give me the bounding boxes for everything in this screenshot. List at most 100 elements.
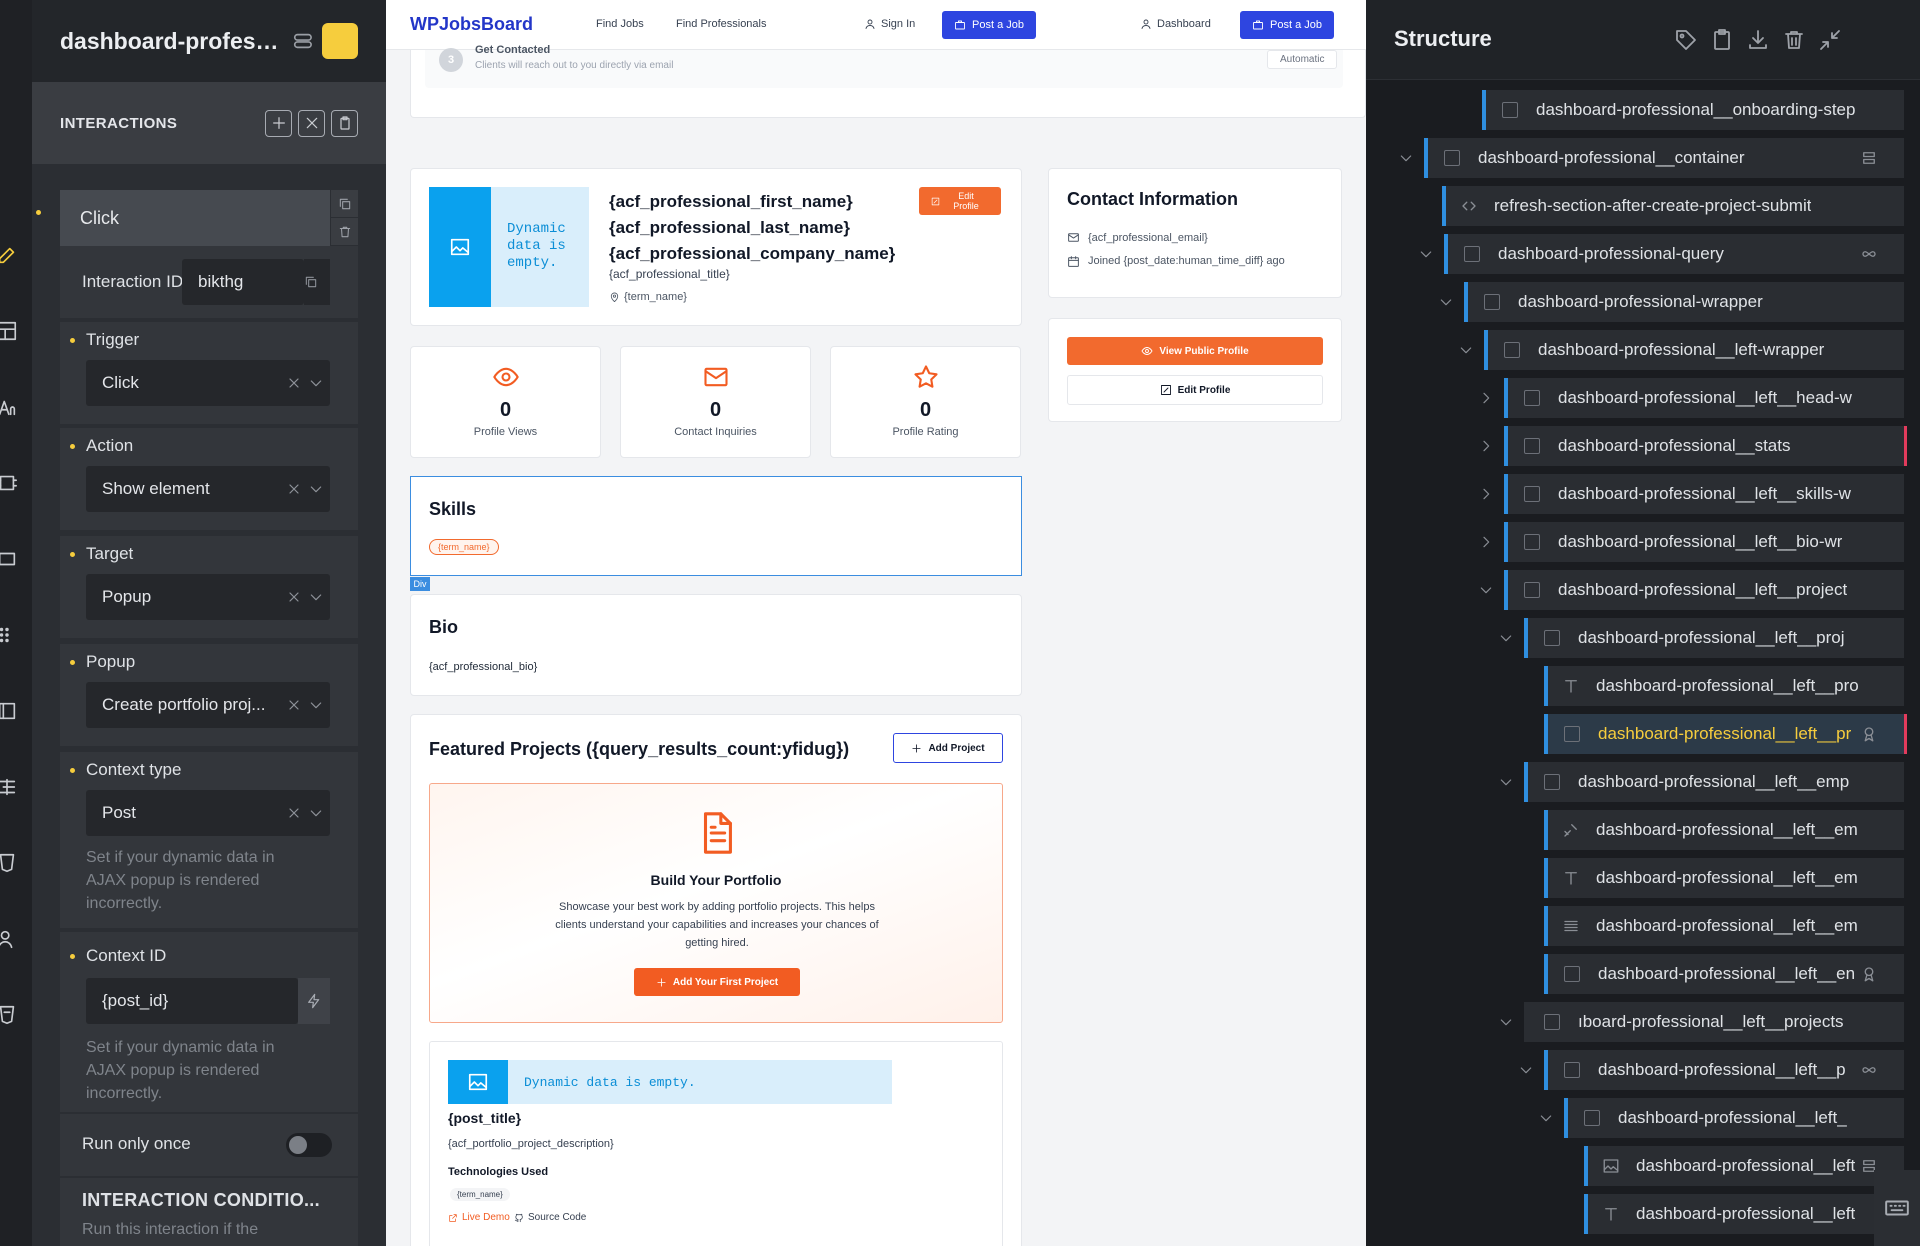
context-id-input[interactable]: {post_id}	[86, 978, 298, 1024]
interaction-icon[interactable]	[1860, 965, 1878, 983]
dots-grid-icon[interactable]	[0, 624, 18, 646]
border-icon[interactable]	[0, 548, 18, 570]
add-first-project-button[interactable]: Add Your First Project	[634, 968, 800, 996]
structure-row[interactable]: dashboard-professional__left__em	[1544, 906, 1904, 946]
stat-label: Profile Rating	[892, 426, 959, 438]
structure-row[interactable]: dashboard-professional__left__bio-wr	[1504, 522, 1904, 562]
shield-icon[interactable]	[0, 1004, 18, 1026]
clear-icon[interactable]	[286, 805, 302, 821]
nav-sign-in[interactable]: Sign In	[864, 18, 915, 30]
dynamic-data-button[interactable]	[298, 978, 330, 1024]
structure-row[interactable]: refresh-section-after-create-project-sub…	[1442, 186, 1904, 226]
duplicate-interaction-button[interactable]	[331, 190, 358, 217]
structure-row[interactable]: dashboard-professional__left	[1584, 1194, 1904, 1234]
view-public-profile-button[interactable]: View Public Profile	[1067, 337, 1323, 365]
source-code-link[interactable]: Source Code	[514, 1212, 586, 1223]
structure-row[interactable]: dashboard-professional__left__project	[1504, 570, 1904, 610]
chevron-right-icon[interactable]	[1478, 438, 1494, 454]
chevron-down-icon[interactable]	[1498, 630, 1514, 646]
structure-row[interactable]: dashboard-professional-wrapper	[1464, 282, 1904, 322]
chevron-down-icon[interactable]	[1418, 246, 1434, 262]
contact-title: Contact Information	[1067, 189, 1238, 209]
download-icon[interactable]	[1746, 28, 1770, 52]
css-icon[interactable]	[0, 852, 18, 874]
run-once-toggle[interactable]	[286, 1133, 332, 1157]
structure-row[interactable]: dashboard-professional__left__head-w	[1504, 378, 1904, 418]
clear-icon[interactable]	[286, 589, 302, 605]
structure-row[interactable]: dashboard-professional__stats	[1504, 426, 1904, 466]
structure-row[interactable]: dashboard-professional__left__pr	[1544, 714, 1904, 754]
tag-icon[interactable]	[1674, 28, 1698, 52]
interaction-item[interactable]: Click	[60, 190, 330, 246]
delete-interaction-button[interactable]	[331, 218, 358, 245]
structure-row[interactable]: dashboard-professional__left__p	[1544, 1050, 1904, 1090]
interaction-id-field[interactable]: bikthg	[182, 259, 304, 305]
popup-select[interactable]: Create portfolio proj...	[86, 682, 330, 728]
site-logo[interactable]: WPJobsBoard	[410, 14, 533, 35]
add-project-button[interactable]: Add Project	[893, 733, 1003, 763]
structure-row[interactable]: dashboard-professional__left__en	[1544, 954, 1904, 994]
post-job-button-2[interactable]: Post a Job	[1240, 11, 1334, 39]
spacing-icon[interactable]	[0, 472, 18, 494]
structure-row[interactable]: dashboard-professional__onboarding-step	[1482, 90, 1904, 130]
chevron-down-icon[interactable]	[1538, 1110, 1554, 1126]
align-icon[interactable]	[0, 776, 18, 798]
layout-icon[interactable]	[0, 320, 18, 342]
edit-profile-badge[interactable]: Edit Profile	[919, 187, 1001, 215]
context-type-select[interactable]: Post	[86, 790, 330, 836]
structure-row[interactable]: dashboard-professional__left_	[1564, 1098, 1904, 1138]
add-interaction-button[interactable]	[265, 109, 292, 137]
stack-icon[interactable]	[1860, 149, 1878, 167]
chevron-down-icon[interactable]	[1398, 150, 1414, 166]
chevron-right-icon[interactable]	[1478, 486, 1494, 502]
chevron-down-icon[interactable]	[1498, 1014, 1514, 1030]
collapse-icon[interactable]	[1818, 28, 1842, 52]
structure-row[interactable]: dashboard-professional__left__skills-w	[1504, 474, 1904, 514]
chevron-down-icon[interactable]	[1458, 342, 1474, 358]
loop-icon[interactable]	[1860, 245, 1878, 263]
clear-icon[interactable]	[286, 375, 302, 391]
keyboard-button[interactable]	[1874, 1170, 1920, 1246]
target-select[interactable]: Popup	[86, 574, 330, 620]
color-swatch[interactable]	[322, 23, 358, 59]
skills-card[interactable]: Skills {term_name}	[410, 476, 1022, 576]
user-icon[interactable]	[0, 928, 18, 950]
structure-row[interactable]: dashboard-professional__left__emp	[1524, 762, 1904, 802]
chevron-right-icon[interactable]	[1478, 534, 1494, 550]
chevron-right-icon[interactable]	[1478, 390, 1494, 406]
chevron-down-icon[interactable]	[1478, 582, 1494, 598]
chevron-down-icon[interactable]	[1438, 294, 1454, 310]
nav-find-jobs[interactable]: Find Jobs	[596, 18, 644, 30]
live-demo-link[interactable]: Live Demo	[448, 1212, 510, 1223]
structure-row[interactable]: dashboard-professional__left	[1584, 1146, 1904, 1186]
structure-row[interactable]: dashboard-professional-query	[1444, 234, 1904, 274]
typography-icon[interactable]	[0, 396, 18, 418]
chevron-down-icon[interactable]	[1518, 1062, 1534, 1078]
edit-profile-button[interactable]: Edit Profile	[1067, 375, 1323, 405]
structure-row[interactable]: dashboard-professional__left__proj	[1524, 618, 1904, 658]
chevron-down-icon[interactable]	[1498, 774, 1514, 790]
post-job-button[interactable]: Post a Job	[942, 11, 1036, 39]
structure-row[interactable]: dashboard-professional__left__em	[1544, 858, 1904, 898]
paste-interactions-button[interactable]	[331, 109, 358, 137]
toggle-icon[interactable]	[292, 30, 314, 52]
clipboard-icon[interactable]	[1710, 28, 1734, 52]
clear-icon[interactable]	[286, 481, 302, 497]
copy-id-button[interactable]	[304, 259, 330, 305]
structure-row[interactable]: ıboard-professional__left__projects	[1524, 1002, 1904, 1042]
structure-row[interactable]: dashboard-professional__left__pro	[1544, 666, 1904, 706]
clear-interactions-button[interactable]	[298, 109, 325, 137]
action-select[interactable]: Show element	[86, 466, 330, 512]
edit-icon[interactable]	[0, 244, 18, 266]
structure-row[interactable]: dashboard-professional__left-wrapper	[1484, 330, 1904, 370]
nav-dashboard[interactable]: Dashboard	[1140, 18, 1211, 30]
structure-row[interactable]: dashboard-professional__container	[1424, 138, 1904, 178]
structure-row[interactable]: dashboard-professional__left__em	[1544, 810, 1904, 850]
interaction-icon[interactable]	[1860, 725, 1878, 743]
trigger-select[interactable]: Click	[86, 360, 330, 406]
loop-icon[interactable]	[1860, 1061, 1878, 1079]
trash-icon[interactable]	[1782, 28, 1806, 52]
clear-icon[interactable]	[286, 697, 302, 713]
frame-icon[interactable]	[0, 700, 18, 722]
nav-find-professionals[interactable]: Find Professionals	[676, 18, 767, 30]
